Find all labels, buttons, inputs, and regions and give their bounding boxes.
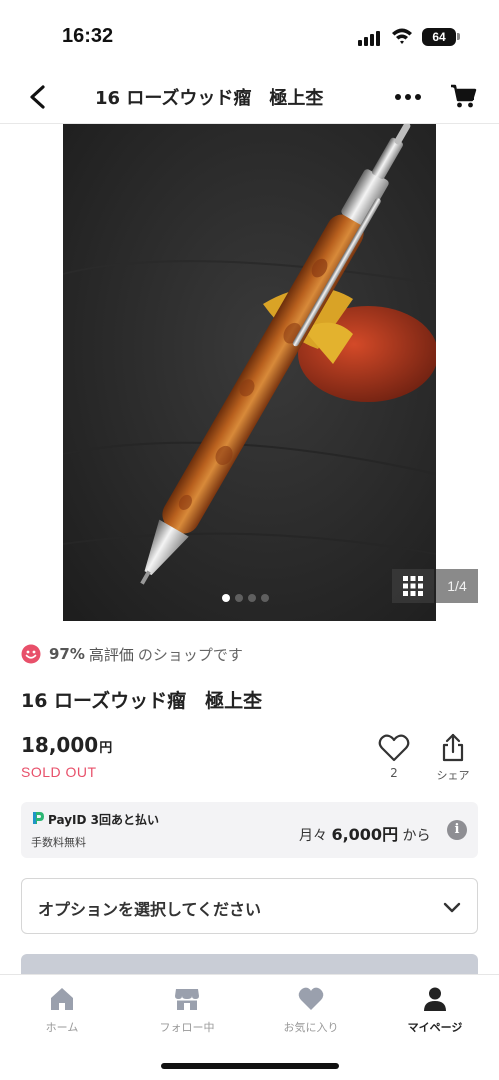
cart-icon[interactable]: [449, 82, 477, 110]
wifi-icon: [392, 28, 412, 44]
share-label: シェア: [436, 769, 470, 782]
option-select-label: オプションを選択してください: [38, 900, 262, 919]
price-unit: 円: [99, 741, 113, 756]
image-grid-button[interactable]: [392, 569, 434, 603]
tab-mypage[interactable]: マイページ: [380, 985, 490, 1035]
option-select-dropdown[interactable]: オプションを選択してください: [21, 878, 478, 934]
heart-icon: [298, 987, 324, 1010]
carousel-dot[interactable]: [248, 594, 256, 602]
status-bar: 16:32 64: [0, 0, 499, 70]
payid-monthly-amount: 月々 6,000円 から: [299, 821, 431, 845]
payid-installment-box[interactable]: PayID 3回あと払い 手数料無料 月々 6,000円 から i: [21, 802, 478, 858]
carousel-dot[interactable]: [235, 594, 243, 602]
tab-following-label: フォロー中: [159, 1021, 215, 1034]
bottom-tab-bar: ホーム フォロー中 お気に入り マイページ: [0, 974, 499, 1080]
monthly-suffix: から: [402, 828, 431, 844]
pen-photo-illustration: [63, 124, 436, 621]
status-time: 16:32: [62, 25, 114, 47]
back-chevron-icon[interactable]: [24, 82, 52, 112]
payid-title: PayID 3回あと払い: [48, 813, 159, 827]
share-button[interactable]: シェア: [432, 733, 474, 783]
cellular-signal-icon: [358, 30, 382, 46]
payid-logo-icon: [33, 812, 44, 824]
carousel-dots: [222, 594, 282, 604]
payid-fee-label: 手数料無料: [31, 836, 86, 849]
favorite-count: 2: [390, 766, 398, 780]
product-photo[interactable]: [63, 124, 436, 621]
home-indicator: [161, 1063, 339, 1069]
chevron-down-icon: [443, 902, 461, 913]
image-page-indicator: 1/4: [436, 569, 478, 603]
grid-icon: [403, 576, 423, 596]
tab-mypage-label: マイページ: [407, 1021, 463, 1034]
smile-icon: [21, 644, 41, 664]
page-title: 16 ローズウッド瘤 極上杢: [95, 88, 324, 109]
tab-home-label: ホーム: [45, 1021, 79, 1034]
rating-suffix: のショップです: [137, 645, 243, 664]
battery-cap: [457, 33, 460, 40]
battery-icon: 64: [422, 28, 456, 46]
heart-outline-icon: [378, 734, 410, 762]
product-price: 18,000円: [21, 733, 112, 757]
product-name: 16 ローズウッド瘤 極上杢: [21, 690, 263, 712]
rating-label: 高評価: [88, 645, 134, 664]
info-icon[interactable]: i: [447, 820, 467, 840]
price-value: 18,000: [21, 733, 99, 757]
sold-out-label: SOLD OUT: [21, 764, 97, 780]
monthly-amount: 6,000円: [331, 825, 399, 844]
carousel-dot[interactable]: [261, 594, 269, 602]
tab-home[interactable]: ホーム: [7, 985, 117, 1035]
carousel-dot[interactable]: [222, 594, 230, 602]
tab-following[interactable]: フォロー中: [132, 985, 242, 1035]
shop-icon: [175, 989, 199, 1010]
tab-favorites-label: お気に入り: [283, 1021, 339, 1034]
person-icon: [424, 987, 446, 1011]
more-options-icon[interactable]: [394, 87, 422, 107]
rating-percent: 97%: [49, 645, 85, 663]
shop-rating[interactable]: 97% 高評価 のショップです: [21, 643, 243, 665]
share-icon: [442, 733, 464, 762]
home-icon: [51, 988, 73, 1010]
tab-favorites[interactable]: お気に入り: [256, 985, 366, 1035]
favorite-button[interactable]: 2: [376, 733, 412, 783]
navigation-header: 16 ローズウッド瘤 極上杢: [0, 70, 499, 124]
monthly-prefix: 月々: [299, 828, 327, 844]
